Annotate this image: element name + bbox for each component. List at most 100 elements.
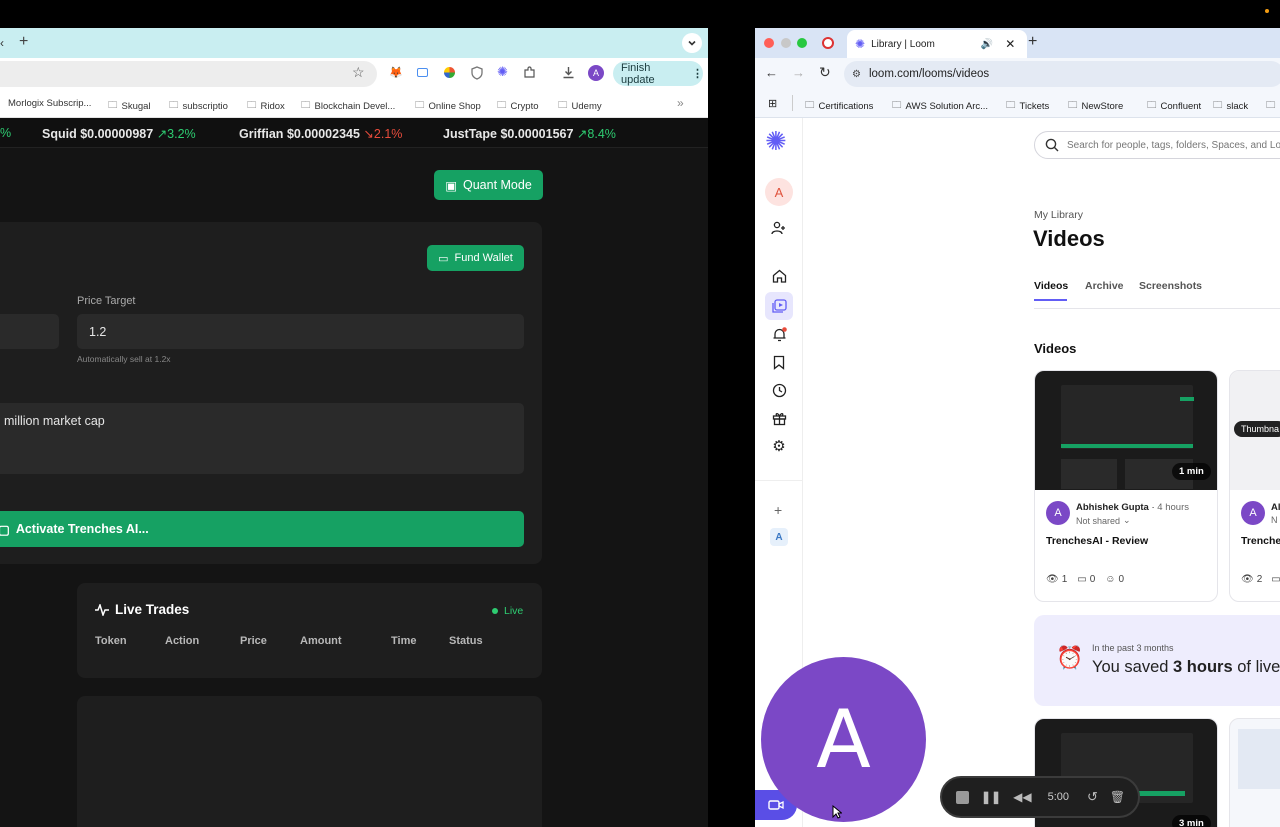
video-thumbnail[interactable]: 1 min bbox=[1035, 371, 1217, 490]
tab-archive[interactable]: Archive bbox=[1085, 280, 1124, 292]
bookmark-folder[interactable]: 🗀 Ridox bbox=[247, 98, 285, 114]
camera-bubble-avatar[interactable]: A bbox=[761, 657, 926, 822]
bookmark-folder[interactable]: 🗀 Tickets bbox=[1006, 98, 1049, 114]
new-tab-button[interactable]: + bbox=[19, 33, 28, 51]
wallet-icon: ▭ bbox=[438, 252, 449, 265]
puzzle-icon[interactable] bbox=[523, 66, 536, 79]
price-target-input[interactable]: 1.2 bbox=[77, 314, 524, 349]
trend-down-icon: ↘ bbox=[363, 127, 374, 141]
pause-button[interactable]: ❚❚ bbox=[981, 790, 1001, 804]
video-card[interactable]: Thumbna A Al N Trenche 👁 2 ▭ bbox=[1229, 370, 1280, 602]
duration-badge: 3 min bbox=[1172, 815, 1211, 827]
finish-update-button[interactable]: Finish update ⋮ bbox=[613, 61, 703, 86]
metamask-extension-icon[interactable]: 🦊 bbox=[389, 66, 403, 79]
bookmark-folder[interactable]: 🗀 Certifications bbox=[805, 98, 873, 114]
extension-icon[interactable] bbox=[417, 68, 428, 77]
tab-search-button[interactable] bbox=[682, 33, 702, 53]
settings-gear-icon[interactable]: ⚙ bbox=[767, 434, 791, 458]
folder-icon: 🗀 bbox=[1068, 100, 1078, 111]
profile-avatar[interactable]: A bbox=[588, 65, 604, 81]
color-extension-icon[interactable] bbox=[444, 67, 455, 78]
window-zoom-button[interactable] bbox=[797, 38, 807, 48]
reload-icon[interactable]: ↻ bbox=[819, 64, 831, 81]
speaker-icon[interactable]: 🔊 bbox=[981, 39, 993, 50]
recording-control-bar: ❚❚ ◀◀ 5:00 ↺ 🗑 bbox=[940, 776, 1140, 818]
stop-button[interactable] bbox=[956, 790, 969, 804]
apps-grid-icon[interactable]: ⊞ bbox=[768, 97, 777, 110]
strategy-textarea[interactable]: million market cap bbox=[0, 403, 524, 474]
gift-icon[interactable] bbox=[767, 406, 791, 430]
star-icon[interactable]: ☆ bbox=[352, 64, 365, 81]
clock-icon[interactable] bbox=[767, 378, 791, 402]
activate-trenches-button[interactable]: ▢ Activate Trenches AI... bbox=[0, 511, 524, 547]
video-thumbnail[interactable] bbox=[1238, 729, 1280, 789]
author-name: Al bbox=[1271, 502, 1280, 513]
bookmark-label: Udemy bbox=[571, 100, 602, 112]
tab-library-loom[interactable]: ✺ Library | Loom 🔊 ✕ bbox=[847, 30, 1027, 58]
bookmark-folder[interactable]: 🗀 Udemy bbox=[558, 98, 602, 114]
window-close-button[interactable] bbox=[764, 38, 774, 48]
bookmark-folder[interactable]: 🗀 Blockchain Devel... bbox=[301, 98, 395, 114]
address-bar[interactable]: ⚙ loom.com/looms/videos bbox=[844, 61, 1280, 87]
quant-mode-button[interactable]: ▣ Quant Mode bbox=[434, 170, 543, 200]
library-icon[interactable] bbox=[765, 292, 793, 320]
back-icon[interactable]: ← bbox=[765, 65, 778, 80]
folder-icon[interactable]: 🗀 bbox=[1266, 98, 1276, 114]
video-card[interactable] bbox=[1229, 718, 1280, 827]
folder-icon: 🗀 bbox=[1213, 100, 1223, 111]
video-title[interactable]: Trenche bbox=[1241, 535, 1280, 547]
bookmark-folder[interactable]: 🗀 Online Shop bbox=[415, 98, 481, 114]
window-minimize-button[interactable] bbox=[781, 38, 791, 48]
bookmark-icon[interactable] bbox=[767, 350, 791, 374]
video-card[interactable]: 1 min A Abhishek Gupta · 4 hours Not sha… bbox=[1034, 370, 1218, 602]
tab-close-icon[interactable]: ✕ bbox=[1005, 37, 1015, 51]
people-icon[interactable] bbox=[767, 216, 791, 240]
folder-icon: 🗀 bbox=[247, 100, 257, 111]
video-stats: 👁 2 ▭ bbox=[1241, 574, 1280, 585]
loom-favicon-icon: ✺ bbox=[855, 37, 866, 51]
bookmark-folder[interactable]: 🗀 subscriptio bbox=[169, 98, 228, 114]
tab-close-icon[interactable]: ‹ bbox=[0, 36, 4, 50]
fund-wallet-button[interactable]: ▭ Fund Wallet bbox=[427, 245, 524, 271]
thumbnail-detail bbox=[1180, 397, 1194, 401]
saved-period: In the past 3 months bbox=[1092, 643, 1174, 653]
bookmark-folder[interactable]: 🗀 Skugal bbox=[108, 98, 151, 114]
shield-icon[interactable] bbox=[471, 66, 483, 80]
folder-icon: 🗀 bbox=[1006, 100, 1016, 111]
bookmark-folder[interactable]: 🗀 Crypto bbox=[497, 98, 539, 114]
video-title[interactable]: TrenchesAI - Review bbox=[1046, 535, 1148, 547]
search-input[interactable]: Search for people, tags, folders, Spaces… bbox=[1067, 140, 1280, 151]
loom-logo-icon[interactable]: ✺ bbox=[765, 128, 787, 154]
more-bookmarks-icon[interactable]: » bbox=[677, 96, 684, 110]
sharing-label[interactable]: N bbox=[1271, 515, 1278, 525]
add-workspace-button[interactable]: + bbox=[774, 502, 782, 518]
home-icon[interactable] bbox=[767, 264, 791, 288]
tab-videos[interactable]: Videos bbox=[1034, 280, 1068, 292]
new-tab-button[interactable]: + bbox=[1028, 33, 1037, 51]
rewind-button[interactable]: ◀◀ bbox=[1013, 790, 1031, 804]
address-bar[interactable] bbox=[0, 61, 377, 87]
loom-extension-icon[interactable]: ✺ bbox=[497, 64, 508, 80]
folder-icon: 🗀 bbox=[301, 100, 311, 111]
search-box[interactable]: Search for people, tags, folders, Spaces… bbox=[1034, 131, 1280, 159]
sharing-dropdown[interactable]: Not shared ⌄ bbox=[1076, 515, 1131, 526]
ticker-item: Griffian $0.00002345 ↘2.1% bbox=[239, 126, 402, 141]
restart-button[interactable]: ↺ bbox=[1087, 789, 1098, 805]
tab-screenshots[interactable]: Screenshots bbox=[1139, 280, 1202, 292]
forward-icon[interactable]: → bbox=[792, 65, 805, 80]
download-icon[interactable] bbox=[562, 66, 575, 79]
bell-icon[interactable] bbox=[767, 322, 791, 346]
bookmark-item[interactable]: Morlogix Subscrip... bbox=[8, 98, 91, 109]
delete-button[interactable]: 🗑 bbox=[1110, 790, 1125, 804]
workspace-switcher[interactable]: A bbox=[770, 528, 788, 546]
bookmark-folder[interactable]: 🗀 NewStore bbox=[1068, 98, 1123, 114]
bookmark-folder[interactable]: 🗀 Confluent bbox=[1147, 98, 1201, 114]
bookmark-folder[interactable]: 🗀 AWS Solution Arc... bbox=[892, 98, 988, 114]
site-settings-icon[interactable]: ⚙ bbox=[852, 69, 861, 80]
breadcrumb[interactable]: My Library bbox=[1034, 209, 1083, 221]
video-thumbnail[interactable]: Thumbna bbox=[1230, 371, 1280, 490]
workspace-avatar[interactable]: A bbox=[765, 178, 793, 206]
left-input-field[interactable] bbox=[0, 314, 59, 349]
left-toolbar: ☆ 🦊 ✺ A Finish update ⋮ bbox=[0, 58, 708, 90]
bookmark-folder[interactable]: 🗀 slack bbox=[1213, 98, 1248, 114]
